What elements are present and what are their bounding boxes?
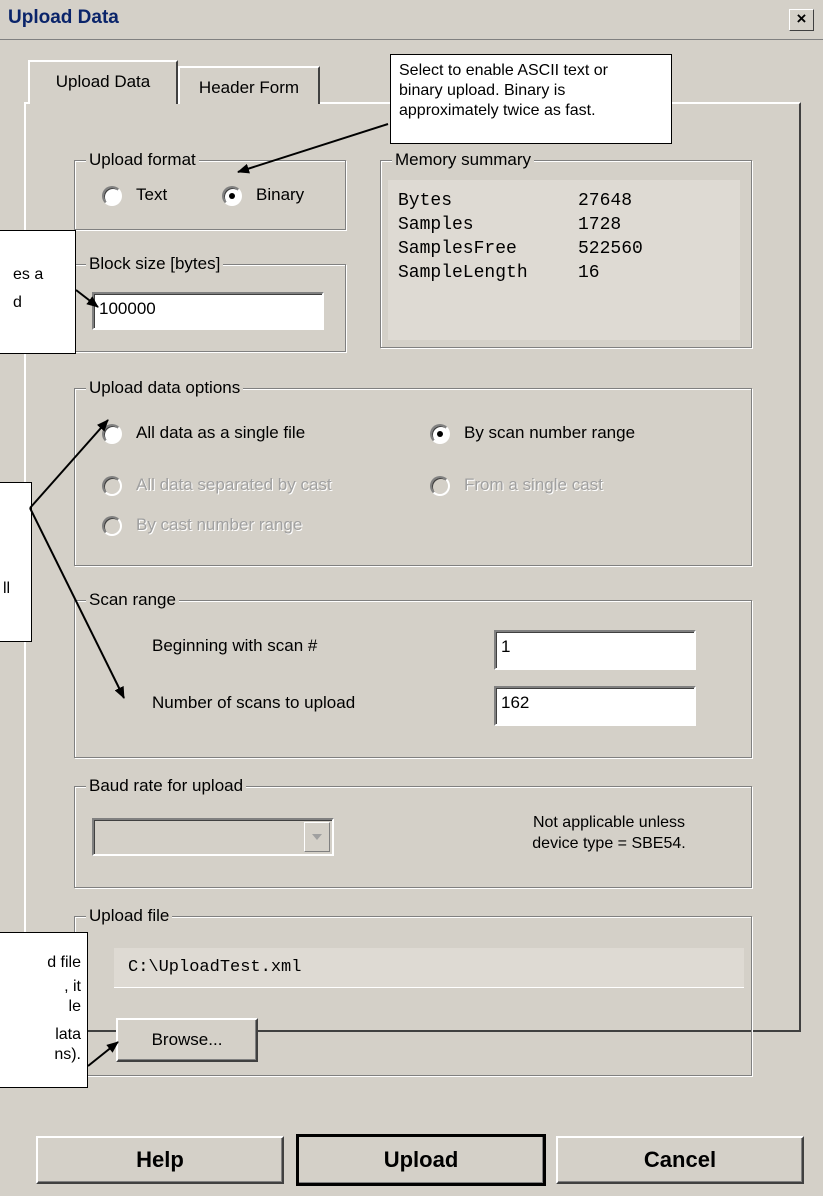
browse-button[interactable]: Browse...: [116, 1018, 258, 1062]
callout-line: le: [68, 998, 81, 1015]
scan-range-legend: Scan range: [86, 590, 179, 610]
upload-data-options-legend: Upload data options: [86, 378, 244, 398]
by-cast-number-range-radio: [102, 516, 122, 536]
from-single-cast-label: From a single cast: [464, 475, 603, 494]
radio-selected-dot: [437, 431, 443, 437]
callout-upload-format: Select to enable ASCII text or binary up…: [390, 54, 672, 144]
upload-file-path: C:\UploadTest.xml: [114, 948, 744, 988]
memory-value: 27648: [578, 191, 633, 211]
all-data-single-file-radio[interactable]: [102, 424, 122, 444]
scan-range-group: [74, 600, 752, 758]
memory-key: Bytes: [398, 191, 453, 211]
from-single-cast-radio: [430, 476, 450, 496]
callout-line: ns).: [54, 1046, 81, 1063]
upload-file-legend: Upload file: [86, 906, 173, 926]
callout-line: ll: [3, 580, 11, 597]
tab-upload-data[interactable]: Upload Data: [28, 60, 178, 104]
baud-rate-legend: Baud rate for upload: [86, 776, 247, 796]
memory-value: 16: [578, 263, 600, 283]
dropdown-button: [304, 822, 330, 852]
chevron-down-icon: [312, 834, 322, 840]
by-scan-number-range-radio[interactable]: [430, 424, 450, 444]
binary-radio[interactable]: [222, 186, 242, 206]
callout-line: Select to enable ASCII text or: [399, 62, 609, 79]
beginning-scan-label: Beginning with scan #: [152, 636, 318, 655]
callout-line: d: [13, 294, 22, 311]
close-icon: ×: [796, 9, 807, 28]
close-button[interactable]: ×: [789, 9, 814, 31]
number-of-scans-label: Number of scans to upload: [152, 693, 356, 712]
all-data-separated-by-cast-label: All data separated by cast: [136, 475, 332, 494]
callout-line: d file: [47, 954, 81, 971]
baud-rate-note: Not applicable unless device type = SBE5…: [474, 812, 744, 854]
callout-line: es a: [13, 266, 44, 283]
callout-line: approximately twice as fast.: [399, 102, 596, 119]
window-title: Upload Data: [8, 7, 119, 28]
memory-key: SamplesFree: [398, 239, 517, 259]
baud-rate-note-line: Not applicable unless: [532, 814, 686, 831]
text-radio-label: Text: [136, 185, 168, 204]
number-of-scans-input[interactable]: 162: [494, 686, 696, 726]
callout-upload-options: ll: [0, 482, 32, 642]
binary-radio-label: Binary: [256, 185, 305, 204]
by-cast-number-range-label: By cast number range: [136, 515, 303, 534]
all-data-single-file-label: All data as a single file: [136, 423, 306, 442]
memory-summary-list: Bytes 27648 Samples 1728 SamplesFree 522…: [388, 180, 740, 340]
tab-header-form[interactable]: Header Form: [178, 66, 320, 104]
callout-upload-file: d file , it le lata ns).: [0, 932, 88, 1088]
memory-key: Samples: [398, 215, 474, 235]
callout-block-size: es a d: [0, 230, 76, 354]
radio-selected-dot: [229, 193, 235, 199]
baud-rate-select: [92, 818, 334, 856]
all-data-separated-by-cast-radio: [102, 476, 122, 496]
baud-rate-note-line: device type = SBE54.: [532, 835, 686, 852]
title-bar: Upload Data ×: [0, 0, 823, 40]
cancel-button[interactable]: Cancel: [556, 1136, 804, 1184]
help-button[interactable]: Help: [36, 1136, 284, 1184]
callout-line: binary upload. Binary is: [399, 82, 566, 99]
callout-line: , it: [64, 978, 81, 995]
text-radio[interactable]: [102, 186, 122, 206]
memory-summary-legend: Memory summary: [392, 150, 535, 170]
by-scan-number-range-label: By scan number range: [464, 423, 636, 442]
beginning-scan-input[interactable]: 1: [494, 630, 696, 670]
upload-format-legend: Upload format: [86, 150, 199, 170]
memory-value: 1728: [578, 215, 622, 235]
upload-button[interactable]: Upload: [296, 1134, 546, 1186]
memory-key: SampleLength: [398, 263, 528, 283]
block-size-input[interactable]: 100000: [92, 292, 324, 330]
callout-line: lata: [55, 1026, 81, 1043]
memory-value: 522560: [578, 239, 643, 259]
block-size-legend: Block size [bytes]: [86, 254, 224, 274]
